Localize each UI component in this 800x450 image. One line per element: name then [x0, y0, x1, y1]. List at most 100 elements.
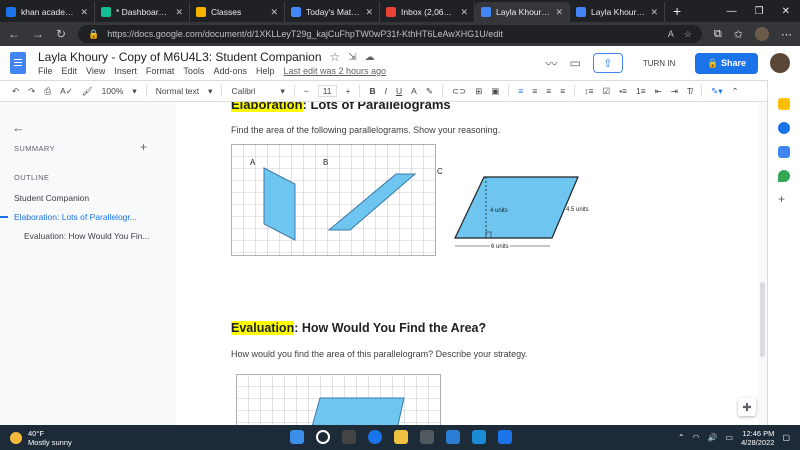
close-icon[interactable]: ✕ — [460, 7, 468, 18]
menu-format[interactable]: Format — [146, 66, 175, 76]
star-icon[interactable]: ☆ — [684, 29, 692, 40]
share-button[interactable]: 🔒 Share — [695, 52, 758, 74]
activity-icon[interactable]: 〰 — [545, 55, 557, 72]
redo-icon[interactable]: ↷ — [28, 86, 35, 97]
clock[interactable]: 12:46 PM 4/28/2022 — [741, 429, 774, 447]
justify-icon[interactable]: ≡ — [560, 86, 565, 96]
start-icon[interactable] — [290, 430, 304, 444]
checklist-icon[interactable]: ☑ — [602, 86, 610, 97]
editing-mode-icon[interactable]: ✎▾ — [711, 86, 722, 97]
favorites-icon[interactable]: ✩ — [734, 28, 743, 41]
show-hidden-icon[interactable]: ⌃ — [678, 433, 685, 442]
edge-icon[interactable] — [472, 430, 486, 444]
battery-icon[interactable]: ▭ — [726, 433, 734, 442]
document-page[interactable]: Elaboration: Lots of Parallelograms Find… — [176, 102, 758, 425]
read-aloud-icon[interactable]: A — [668, 29, 674, 40]
calendar-icon[interactable] — [778, 146, 790, 158]
explore-button[interactable]: ✚ — [738, 398, 756, 416]
tab-dashboard[interactable]: * Dashboard | Kh ✕ — [95, 2, 190, 22]
search-icon[interactable] — [316, 430, 330, 444]
close-icon[interactable]: ✕ — [80, 7, 88, 18]
line-spacing-icon[interactable]: ↕≡ — [584, 86, 593, 96]
menu-tools[interactable]: Tools — [183, 66, 204, 76]
mail-icon[interactable] — [446, 430, 460, 444]
maps-icon[interactable] — [778, 170, 790, 182]
close-window-icon[interactable]: ✕ — [782, 6, 790, 17]
zoom-select[interactable]: 100% — [102, 86, 124, 96]
menu-view[interactable]: View — [86, 66, 105, 76]
reload-icon[interactable]: ↻ — [56, 27, 66, 41]
image-icon[interactable]: ▣ — [491, 86, 499, 97]
link-icon[interactable]: ⊂⊃ — [452, 86, 466, 97]
close-icon[interactable]: ✕ — [650, 7, 658, 18]
close-icon[interactable]: ✕ — [270, 7, 278, 18]
tab-layla-doc-active[interactable]: Layla Khoury - Co ✕ — [475, 2, 570, 22]
highlight-icon[interactable]: ✎ — [426, 86, 433, 97]
decrease-indent-icon[interactable]: ⇤ — [655, 86, 662, 97]
outline-item-elaboration[interactable]: Elaboration: Lots of Parallelogr... — [14, 212, 137, 222]
close-icon[interactable]: ✕ — [555, 7, 563, 18]
scrollbar-thumb[interactable] — [760, 282, 765, 357]
volume-icon[interactable]: 🔊 — [708, 433, 718, 442]
tab-classes[interactable]: Classes ✕ — [190, 2, 285, 22]
dropbox-icon[interactable] — [498, 430, 512, 444]
user-avatar[interactable] — [770, 53, 790, 73]
print-icon[interactable]: ⎙ — [44, 86, 51, 97]
outline-item-evaluation[interactable]: Evaluation: How Would You Fin... — [24, 231, 150, 241]
store-icon[interactable] — [420, 430, 434, 444]
bulleted-list-icon[interactable]: •≡ — [619, 86, 627, 96]
present-button[interactable]: ⇧ — [592, 53, 623, 73]
tab-inbox[interactable]: Inbox (2,067) - la ✕ — [380, 2, 475, 22]
text-color-icon[interactable]: A — [411, 86, 417, 96]
more-icon[interactable]: ⋯ — [781, 28, 792, 41]
bold-icon[interactable]: B — [369, 86, 375, 96]
align-right-icon[interactable]: ≡ — [546, 86, 551, 96]
paint-format-icon[interactable]: 🖌 — [82, 86, 93, 97]
add-summary-icon[interactable]: + — [140, 140, 147, 154]
tab-layla-doc[interactable]: Layla Khoury - Co ✕ — [570, 2, 665, 22]
undo-icon[interactable]: ↶ — [12, 86, 19, 97]
task-view-icon[interactable] — [342, 430, 356, 444]
italic-icon[interactable]: I — [385, 86, 387, 96]
tasks-icon[interactable] — [778, 122, 790, 134]
minimize-icon[interactable]: — — [727, 6, 737, 17]
wifi-icon[interactable]: ◠ — [693, 433, 700, 442]
back-arrow-icon[interactable]: ← — [12, 120, 25, 135]
clear-formatting-icon[interactable]: T̸ — [687, 86, 692, 96]
outline-item-student-companion[interactable]: Student Companion — [14, 193, 89, 203]
menu-insert[interactable]: Insert — [114, 66, 137, 76]
numbered-list-icon[interactable]: 1≡ — [636, 86, 646, 96]
docs-logo-icon[interactable] — [10, 52, 26, 74]
close-icon[interactable]: ✕ — [175, 7, 183, 18]
tab-khan-academy[interactable]: khan academy - ✕ — [0, 2, 95, 22]
align-center-icon[interactable]: ≡ — [532, 86, 537, 96]
move-icon[interactable]: ⇲ — [348, 52, 356, 63]
forward-icon[interactable]: → — [32, 27, 44, 41]
font-select[interactable]: Calibri — [231, 86, 271, 96]
new-tab-button[interactable]: + — [665, 3, 689, 22]
menu-file[interactable]: File — [38, 66, 53, 76]
document-title[interactable]: Layla Khoury - Copy of M6U4L3: Student C… — [38, 50, 322, 64]
decrease-size-icon[interactable]: − — [304, 86, 309, 96]
file-explorer-icon[interactable] — [394, 430, 408, 444]
font-size-field[interactable]: 11 — [317, 85, 337, 97]
style-select[interactable]: Normal text — [156, 86, 199, 96]
url-field[interactable]: 🔒 https://docs.google.com/document/d/1XK… — [78, 25, 702, 43]
last-edit-link[interactable]: Last edit was 2 hours ago — [283, 66, 386, 76]
keep-icon[interactable] — [778, 98, 790, 110]
menu-addons[interactable]: Add-ons — [213, 66, 247, 76]
comments-icon[interactable]: ▭ — [569, 56, 580, 70]
profile-avatar[interactable] — [755, 27, 769, 41]
align-left-icon[interactable]: ≡ — [518, 86, 523, 96]
tab-todays-math[interactable]: Today's Math As ✕ — [285, 2, 380, 22]
underline-icon[interactable]: U — [396, 86, 402, 96]
close-icon[interactable]: ✕ — [365, 7, 373, 18]
notifications-icon[interactable]: ▢ — [782, 433, 790, 442]
collapse-icon[interactable]: ⌃ — [732, 86, 739, 97]
turn-in-button[interactable]: TURN IN — [635, 55, 683, 72]
weather-widget[interactable]: 40°F Mostly sunny — [0, 429, 72, 447]
maximize-icon[interactable]: ❐ — [755, 6, 764, 17]
menu-help[interactable]: Help — [256, 66, 275, 76]
back-icon[interactable]: ← — [8, 27, 20, 41]
menu-edit[interactable]: Edit — [62, 66, 78, 76]
